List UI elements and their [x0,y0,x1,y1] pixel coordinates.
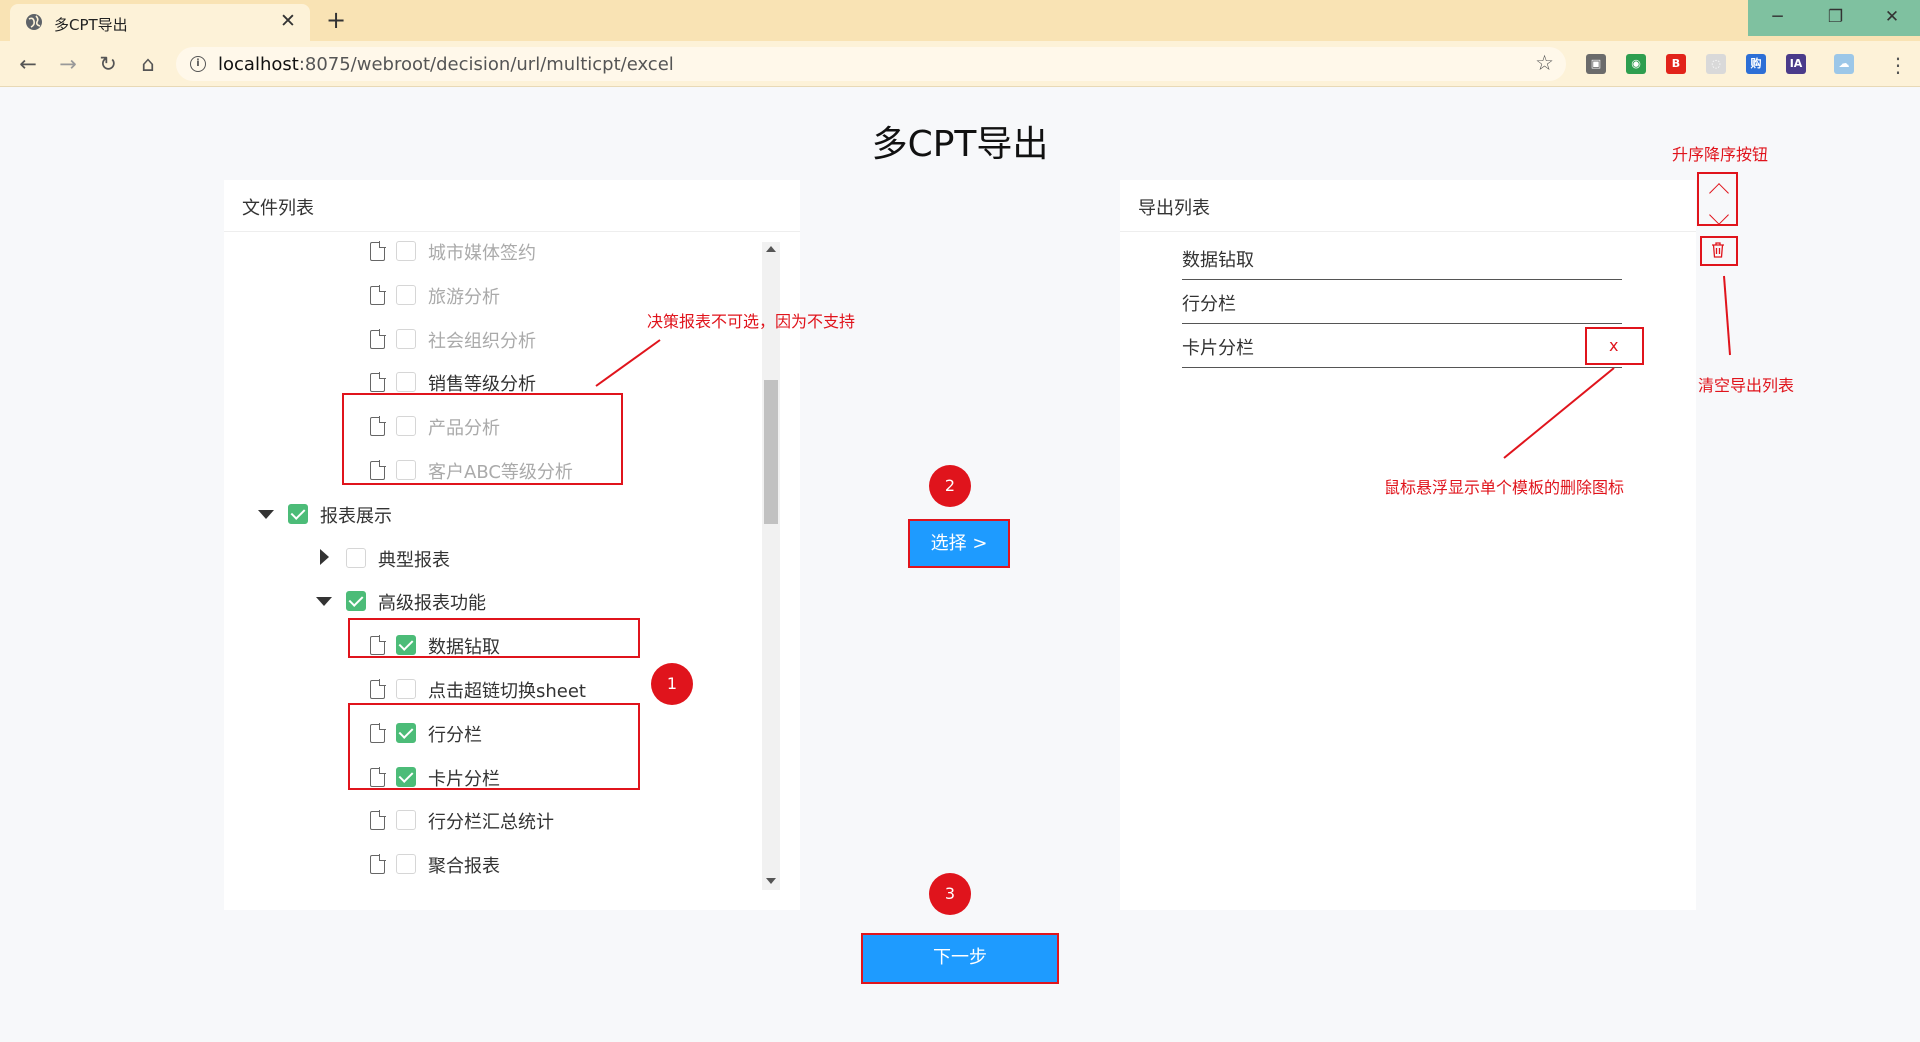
forward-arrow-icon[interactable]: → [52,48,84,80]
info-icon[interactable]: i [190,56,206,72]
node-label: 社会组织分析 [428,330,536,352]
node-label: 典型报表 [378,549,450,571]
ext-chrome-icon[interactable]: ◉ [1626,54,1646,74]
page-title: 多CPT导出 [871,124,1049,165]
node-checkbox[interactable] [396,854,416,875]
export-item-label: 行分栏 [1182,294,1236,315]
export-item-label: 数据钻取 [1182,250,1254,271]
node-label: 报表展示 [320,505,392,527]
note-sort-buttons: 升序降序按钮 [1672,145,1769,164]
node-label: 旅游分析 [428,286,500,308]
node-checkbox[interactable] [346,547,366,568]
ext-light-icon[interactable]: ◌ [1706,54,1726,74]
caret-right-icon[interactable] [320,548,329,565]
menu-dots-icon[interactable]: ⋮ [1888,53,1908,77]
close-icon[interactable]: ✕ [280,10,296,32]
file-list-title: 文件列表 [242,198,314,219]
file-icon [370,284,386,305]
file-icon [370,241,386,261]
scroll-up-arrow-icon[interactable] [766,246,776,252]
annotation-line [1723,275,1731,356]
step-badge-3: 3 [929,873,971,915]
scrollbar[interactable] [762,242,780,890]
annotation-box-disabled-reports [342,393,623,485]
caret-down-icon[interactable] [258,509,274,519]
ext-red-icon[interactable]: B [1666,54,1686,74]
url-text[interactable]: localhost:8075/webroot/decision/url/mult… [218,54,674,75]
browser-toolbar: ← → ↻ ⌂ i localhost:8075/webroot/decisio… [0,41,1920,87]
back-arrow-icon[interactable]: ← [12,48,44,80]
scrollbar-thumb[interactable] [764,380,778,524]
tree-node[interactable]: 城市媒体签约 [224,238,784,270]
node-checkbox[interactable] [346,591,366,612]
bookmark-star-icon[interactable]: ☆ [1535,51,1554,75]
annotation-box-select [908,519,1010,568]
node-checkbox [396,241,416,261]
scroll-down-arrow-icon[interactable] [766,878,776,884]
home-icon[interactable]: ⌂ [132,48,164,80]
ext-1-icon[interactable]: ▣ [1586,54,1606,74]
note-decision-not-selectable: 决策报表不可选，因为不支持 [647,312,856,331]
export-item[interactable]: 行分栏 [1182,280,1622,324]
node-label: 点击超链切换sheet [428,681,586,702]
annotation-box-sort [1697,172,1738,226]
export-item-label: 卡片分栏 [1182,338,1254,359]
file-icon [370,679,386,699]
file-icon [370,810,386,831]
ext-blue-icon[interactable]: 购 [1746,54,1766,74]
node-label: 高级报表功能 [378,593,486,615]
annotation-box-row-card [348,703,640,790]
browser-tab[interactable]: 多CPT导出 ✕ [10,4,310,41]
node-checkbox[interactable] [288,503,308,524]
export-item[interactable]: 卡片分栏 [1182,324,1622,368]
ext-cloud-icon[interactable]: ☁ [1834,54,1854,74]
note-clear-export: 清空导出列表 [1698,376,1795,395]
tab-title: 多CPT导出 [54,16,128,34]
file-list-header: 文件列表 [224,180,800,232]
export-item[interactable]: 数据钻取 [1182,236,1622,280]
new-tab-button[interactable]: + [322,7,350,35]
tree-node[interactable]: 聚合报表 [224,843,784,883]
tree-node[interactable]: 行分栏汇总统计 [224,799,784,839]
tree-node[interactable]: 复杂折叠树 [224,887,784,888]
window-restore-button[interactable]: ❐ [1806,0,1865,36]
node-label: 城市媒体签约 [428,243,536,264]
annotation-box-drilldown [348,618,640,658]
annotation-box-next [861,933,1059,984]
delete-mark: x [1609,336,1619,355]
file-icon [370,854,386,875]
node-label: 行分栏汇总统计 [428,812,554,834]
globe-icon [26,14,42,30]
caret-down-icon[interactable] [316,597,332,607]
window-minimize-button[interactable]: ─ [1748,0,1807,36]
file-list-panel: 文件列表 城市媒体签约 旅游分析 社会组织分析 销售等级分析 产品分析 客户ABC等级分析… [224,180,800,910]
file-tree: 城市媒体签约 旅游分析 社会组织分析 销售等级分析 产品分析 客户ABC等级分析 报表展示典… [224,238,784,888]
file-icon [370,372,386,393]
ext-ia-icon[interactable]: IA [1786,54,1806,74]
node-checkbox [396,284,416,305]
export-list-header: 导出列表 [1120,180,1696,232]
browser-tab-strip: 多CPT导出 ✕ + ─ ❐ ✕ [0,0,1920,41]
note-hover-delete: 鼠标悬浮显示单个模板的删除图标 [1384,478,1625,497]
step-badge-1: 1 [651,663,693,705]
file-icon [370,328,386,349]
window-close-button[interactable]: ✕ [1864,0,1920,36]
url-host: localhost [218,54,299,75]
tree-node[interactable]: 典型报表 [224,537,784,577]
tree-node[interactable]: 报表展示 [224,493,784,533]
node-checkbox[interactable] [396,810,416,831]
tree-node[interactable]: 点击超链切换sheet [224,668,784,708]
annotation-box-clear [1700,236,1738,266]
reload-icon[interactable]: ↻ [92,48,124,80]
export-list-title: 导出列表 [1138,198,1210,219]
tree-node[interactable]: 高级报表功能 [224,580,784,620]
url-path: :8075/webroot/decision/url/multicpt/exce… [298,54,674,75]
node-checkbox[interactable] [396,679,416,699]
node-checkbox [396,328,416,349]
address-bar[interactable]: i localhost:8075/webroot/decision/url/mu… [176,47,1566,81]
step-badge-2: 2 [929,465,971,507]
node-label: 聚合报表 [428,856,500,878]
export-list-panel: 导出列表 数据钻取 行分栏 卡片分栏 [1120,180,1696,910]
node-checkbox[interactable] [396,372,416,393]
